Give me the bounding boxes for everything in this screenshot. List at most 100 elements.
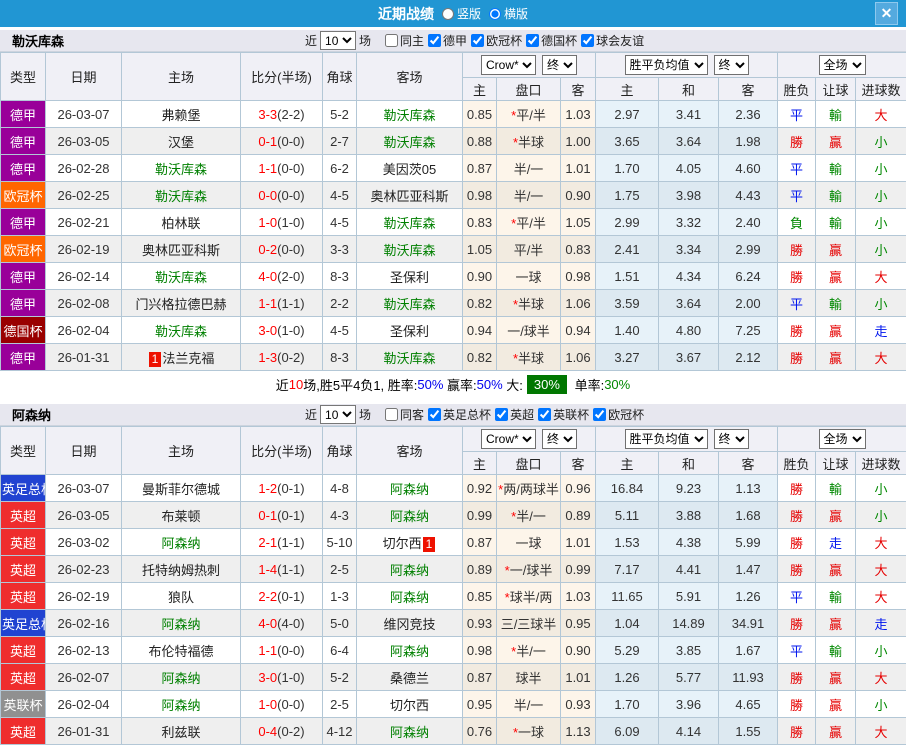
layout-option-horizontal[interactable]: 横版 <box>489 5 528 22</box>
wdl-result-value: 勝 <box>790 134 804 150</box>
avg-away-odds: 2.36 <box>717 100 779 128</box>
home-team-cell: 奥林匹亚科斯 <box>121 235 241 263</box>
score-cell: 3-0(1-0) <box>240 316 323 344</box>
col-wdl: 胜负 <box>777 77 817 101</box>
home-team-cell: 弗赖堡 <box>121 100 241 128</box>
score-cell: 4-0(4-0) <box>240 609 323 637</box>
handicap-cell: 一球 <box>496 262 561 290</box>
wdl-result: 勝 <box>777 262 817 290</box>
halftime-score: (1-0) <box>277 322 305 338</box>
avg-time-select[interactable]: 终 <box>713 55 749 75</box>
league-input[interactable] <box>538 408 552 421</box>
home-team-cell: 布莱顿 <box>121 501 241 529</box>
vertical-radio[interactable] <box>441 7 454 20</box>
away-team-name: 勒沃库森 <box>383 215 436 231</box>
halftime-score: (0-0) <box>277 642 305 658</box>
avg-home-odds: 5.11 <box>595 501 659 529</box>
horizontal-radio[interactable] <box>489 7 501 20</box>
score-cell: 1-0(0-0) <box>240 690 323 718</box>
period-select[interactable]: 全场 <box>818 55 866 75</box>
same-venue-checkbox[interactable]: 同客 <box>383 406 424 423</box>
match-row: 英超 26-02-19 狼队 2-2(0-1) 1-3 阿森纳 0.85 *球半/两 1.03 1… <box>0 582 906 610</box>
wdl-result: 負 <box>777 208 817 236</box>
avg-odds-select[interactable]: 胜平负均值 <box>624 429 708 449</box>
col-handicap-result: 让球 <box>815 77 857 101</box>
avg-home-odds: 1.04 <box>595 609 659 637</box>
handicap-result-value: 輸 <box>829 188 843 204</box>
halftime-score: (0-0) <box>277 187 305 203</box>
corner-score: 2-5 <box>322 690 357 718</box>
league-input[interactable] <box>593 408 607 421</box>
home-odds: 0.99 <box>462 501 497 529</box>
home-team-cell: 阿森纳 <box>121 663 241 691</box>
away-team-cell: 圣保利 <box>356 262 463 290</box>
wdl-result: 勝 <box>777 609 817 637</box>
avg-away-odds: 2.00 <box>717 289 779 317</box>
same-venue-checkbox[interactable]: 同主 <box>383 32 424 49</box>
avg-odds-select[interactable]: 胜平负均值 <box>624 55 708 75</box>
league-input[interactable] <box>526 34 540 47</box>
summary-bar: 近 10 场,胜5平4负1, 胜率: 50% 赢率: 50% 大: 30% 单率: 30% <box>275 375 631 394</box>
league-input[interactable] <box>471 34 485 47</box>
same-venue-input[interactable] <box>385 408 399 421</box>
away-team-name: 勒沃库森 <box>383 134 436 150</box>
halftime-score: (1-0) <box>277 669 305 685</box>
handicap-cell: 一/球半 <box>496 316 561 344</box>
wdl-result-value: 平 <box>790 643 804 659</box>
match-row: 英超 26-03-05 布莱顿 0-1(0-1) 4-3 阿森纳 0.99 *半/一 0.89 5… <box>0 501 906 529</box>
league-checkbox[interactable]: 英足总杯 <box>426 406 491 423</box>
avg-time-select[interactable]: 终 <box>713 429 749 449</box>
goals-result-value: 小 <box>874 296 888 312</box>
odds-time-select[interactable]: 终 <box>542 429 577 449</box>
period-select[interactable]: 全场 <box>818 429 866 449</box>
avg-home-odds: 2.97 <box>595 100 659 128</box>
wdl-result: 勝 <box>777 690 817 718</box>
score-cell: 0-1(0-0) <box>240 127 323 155</box>
halftime-score: (0-0) <box>277 133 305 149</box>
league-input[interactable] <box>495 408 509 421</box>
avg-away-odds: 1.67 <box>717 636 779 664</box>
adjusted-handicap-star: * <box>512 134 519 150</box>
close-button[interactable]: ✕ <box>875 2 898 25</box>
match-row: 德甲 26-01-31 1 法兰克福 1-3(0-2) 8-3 勒沃库森 0.82 *半球 1.0… <box>0 343 906 371</box>
home-odds: 0.89 <box>462 555 497 583</box>
results-table: 类型 日期 主场 比分(半场) 角球 客场 Crow* 终 胜平负均值终 全场 主… <box>0 426 906 745</box>
league-checkbox[interactable]: 英超 <box>493 406 534 423</box>
league-input[interactable] <box>428 34 442 47</box>
goals-result: 大 <box>855 528 906 556</box>
handicap-result: 贏 <box>815 127 857 155</box>
league-checkbox[interactable]: 德国杯 <box>524 32 577 49</box>
league-input[interactable] <box>581 34 595 47</box>
same-venue-input[interactable] <box>385 34 399 47</box>
home-team-name: 柏林联 <box>161 215 201 231</box>
league-checkbox[interactable]: 欧冠杯 <box>591 406 644 423</box>
avg-away-odds: 2.40 <box>717 208 779 236</box>
fulltime-score: 0-0 <box>258 187 278 203</box>
score-cell: 1-0(1-0) <box>240 208 323 236</box>
col-wdl: 胜负 <box>777 451 817 475</box>
odds-source-select[interactable]: Crow* <box>481 429 536 449</box>
league-checkbox[interactable]: 球会友谊 <box>579 32 644 49</box>
league-input[interactable] <box>428 408 442 421</box>
match-count: 10 <box>288 377 304 392</box>
layout-option-vertical[interactable]: 竖版 <box>441 5 481 22</box>
league-badge: 德甲 <box>0 262 46 290</box>
goals-result: 大 <box>855 100 906 128</box>
halftime-score: (1-1) <box>277 561 305 577</box>
league-checkbox[interactable]: 德甲 <box>426 32 467 49</box>
match-count-select[interactable]: 10 <box>320 31 357 50</box>
match-row: 英足总杯26-02-16阿森纳4-0(4-0)5-0维冈竞技0.93三/三球半0… <box>0 609 906 637</box>
league-badge: 英联杯 <box>0 690 46 718</box>
match-count-select[interactable]: 10 <box>320 405 357 424</box>
league-checkbox[interactable]: 欧冠杯 <box>469 32 522 49</box>
score-cell: 1-2(0-1) <box>240 474 323 502</box>
league-checkbox[interactable]: 英联杯 <box>536 406 589 423</box>
score-cell: 0-2(0-0) <box>240 235 323 263</box>
handicap-result-value: 輸 <box>829 481 843 497</box>
away-team-name: 阿森纳 <box>389 643 429 659</box>
odds-time-select[interactable]: 终 <box>542 55 577 75</box>
home-team-cell: 1 法兰克福 <box>121 343 241 371</box>
away-team-name: 勒沃库森 <box>383 107 436 123</box>
wdl-result: 勝 <box>777 127 817 155</box>
odds-source-select[interactable]: Crow* <box>481 55 536 75</box>
